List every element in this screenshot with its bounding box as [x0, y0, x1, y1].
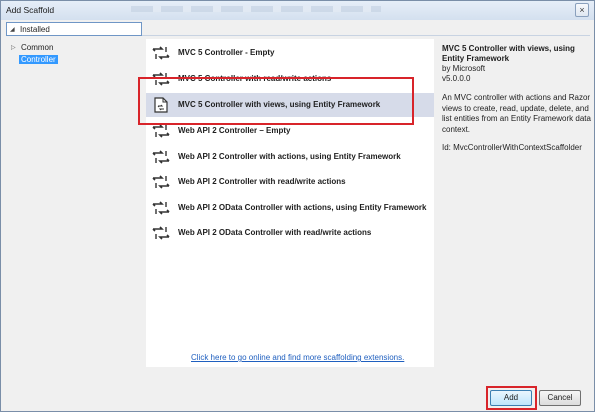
details-version: v5.0.0.0 — [442, 74, 471, 83]
title-bar-background — [131, 6, 381, 12]
window-title: Add Scaffold — [6, 5, 55, 15]
controller-arrows-icon — [152, 226, 170, 240]
scaffold-label: Web API 2 OData Controller with read/wri… — [178, 228, 372, 237]
installed-header[interactable]: ◢ Installed — [6, 22, 142, 36]
controller-arrows-icon — [152, 201, 170, 215]
list-item[interactable]: Web API 2 OData Controller with read/wri… — [146, 221, 434, 245]
controller-arrows-icon — [152, 150, 170, 164]
scaffold-label: Web API 2 OData Controller with actions,… — [178, 203, 427, 212]
details-panel: MVC 5 Controller with views, using Entit… — [442, 44, 592, 153]
title-bar[interactable]: Add Scaffold × — [1, 1, 594, 20]
tree-item-label: Common — [21, 43, 54, 52]
controller-arrows-icon — [152, 46, 170, 60]
close-button[interactable]: × — [575, 3, 589, 17]
scaffold-label: MVC 5 Controller - Empty — [178, 48, 275, 57]
expand-arrow-icon[interactable]: ▷ — [11, 44, 16, 51]
selection-annotation-box — [138, 77, 414, 125]
installed-label: Installed — [20, 25, 50, 34]
tree-item-label: Controller — [19, 55, 58, 64]
details-id: Id: MvcControllerWithContextScaffolder — [442, 143, 582, 152]
list-item[interactable]: Web API 2 OData Controller with actions,… — [146, 196, 434, 220]
scaffold-label: Web API 2 Controller with actions, using… — [178, 152, 401, 161]
list-item[interactable]: MVC 5 Controller - Empty — [146, 41, 434, 65]
controller-arrows-icon — [152, 175, 170, 189]
collapse-triangle-icon[interactable]: ◢ — [10, 26, 15, 33]
cancel-button[interactable]: Cancel — [539, 390, 581, 406]
scaffold-label: Web API 2 Controller – Empty — [178, 126, 291, 135]
details-description: An MVC controller with actions and Razor… — [442, 93, 591, 134]
list-item[interactable]: Web API 2 Controller with actions, using… — [146, 145, 434, 169]
online-scaffolding-link[interactable]: Click here to go online and find more sc… — [191, 353, 404, 362]
installed-divider — [142, 35, 590, 36]
add-scaffold-dialog: Add Scaffold × ◢ Installed ▷ Common Cont… — [0, 0, 595, 412]
scaffold-label: Web API 2 Controller with read/write act… — [178, 177, 346, 186]
add-button[interactable]: Add — [490, 390, 532, 406]
controller-arrows-icon — [152, 124, 170, 138]
list-item[interactable]: Web API 2 Controller with read/write act… — [146, 170, 434, 194]
details-title: MVC 5 Controller with views, using Entit… — [442, 44, 575, 63]
details-author: by Microsoft — [442, 64, 486, 73]
close-icon: × — [579, 4, 585, 15]
